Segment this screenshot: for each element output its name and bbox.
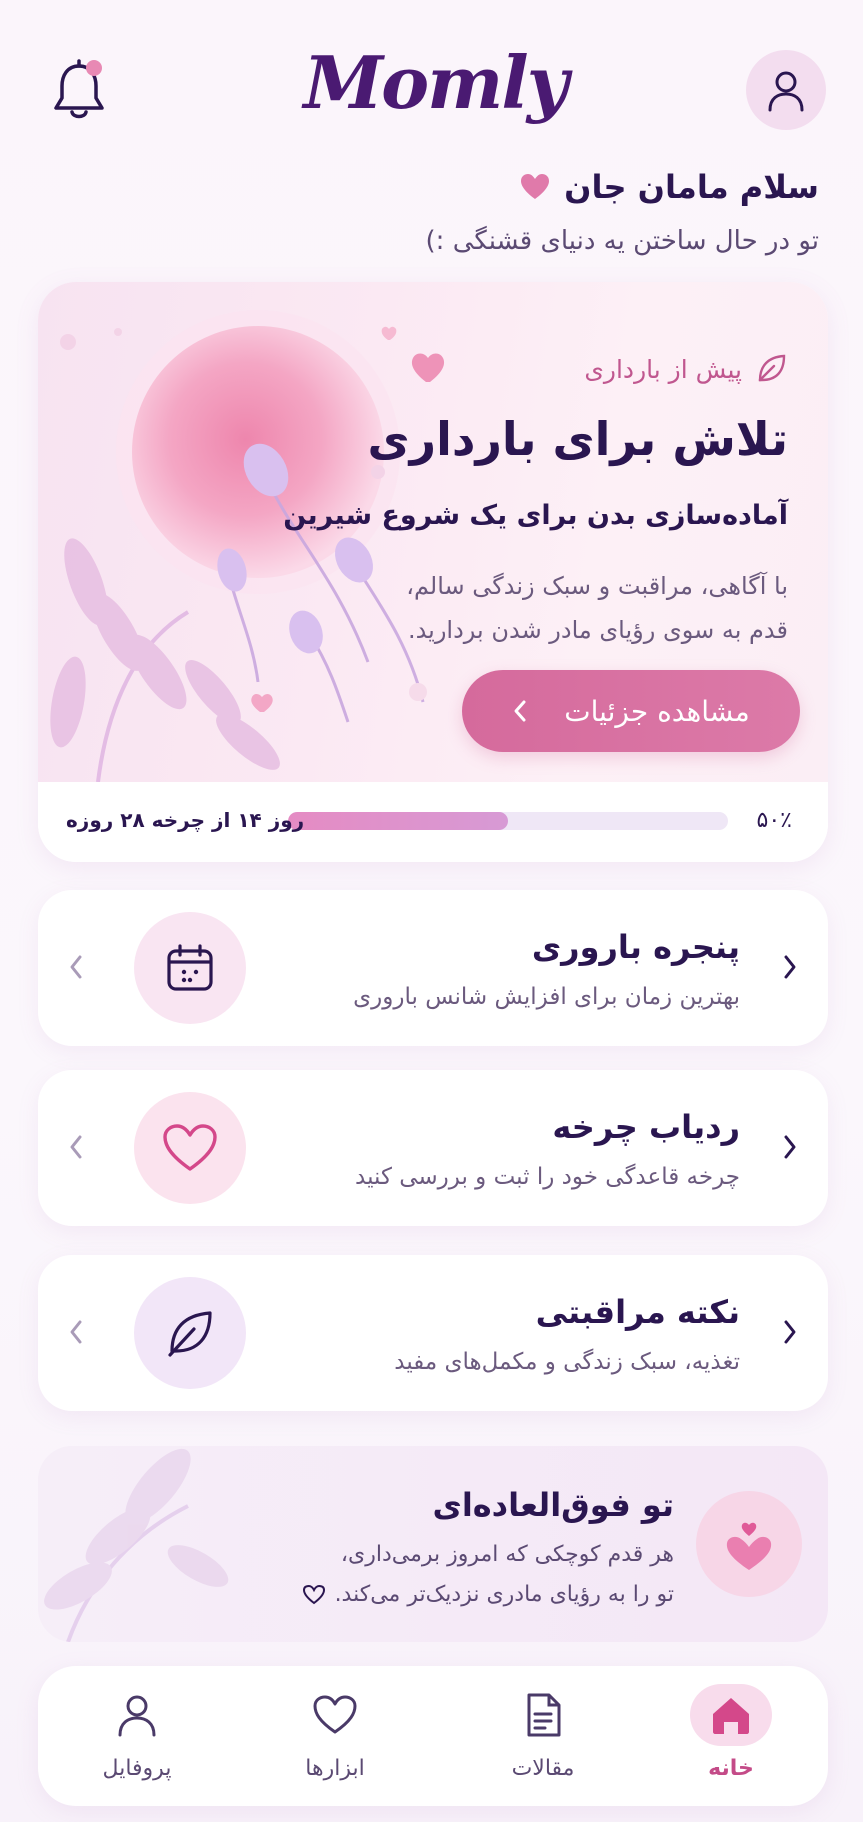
heart-icon — [521, 174, 550, 199]
decorative-leaves — [44, 1448, 229, 1642]
notification-bell[interactable] — [52, 58, 106, 124]
feature-title: نکته مراقبتی — [535, 1293, 740, 1331]
greeting-subtitle: تو در حال ساختن یه دنیای قشنگی :) — [425, 226, 819, 256]
nav-home-label: خانه — [708, 1756, 754, 1781]
feature-title: ردیاب چرخه — [552, 1108, 740, 1146]
nav-profile[interactable]: پروفایل — [62, 1684, 212, 1794]
nav-tools-label: ابزارها — [305, 1756, 365, 1781]
calendar-icon — [167, 944, 213, 991]
app-logo: Momly — [303, 40, 568, 125]
heart-outline-icon — [302, 1584, 325, 1604]
progress-bar — [288, 812, 728, 830]
hero-description: با آگاهی، مراقبت و سبک زندگی سالم، قدم ب… — [368, 564, 788, 652]
nav-profile-icon-wrap — [98, 1684, 176, 1746]
encouragement-title: تو فوق‌العاده‌ای — [432, 1486, 674, 1524]
nav-articles-label: مقالات — [511, 1756, 575, 1781]
hero-tag: پیش از بارداری — [584, 352, 788, 386]
hero-tag-label: پیش از بارداری — [584, 354, 742, 384]
feature-icon-badge — [134, 1092, 246, 1204]
user-icon — [768, 71, 804, 112]
encouragement-badge — [696, 1491, 802, 1597]
hero-description-line1: با آگاهی، مراقبت و سبک زندگی سالم، — [406, 572, 788, 600]
nav-home[interactable]: خانه — [656, 1684, 806, 1794]
feature-title: پنجره باروری — [531, 928, 740, 966]
encouragement-line1: هر قدم کوچکی که امروز برمی‌داری، — [340, 1542, 674, 1567]
hero-title: تلاش برای بارداری — [367, 412, 788, 466]
feature-description: بهترین زمان برای افزایش شانس باروری — [353, 984, 740, 1010]
feature-icon-badge — [134, 1277, 246, 1389]
heart-icon — [163, 1124, 217, 1171]
encouragement-card: تو فوق‌العاده‌ای هر قدم کوچکی که امروز ب… — [38, 1446, 828, 1642]
leaf-icon — [758, 354, 786, 382]
profile-button[interactable] — [746, 50, 826, 130]
notification-dot — [86, 60, 102, 76]
nav-home-icon-wrap — [690, 1684, 772, 1746]
hero-subtitle: آماده‌سازی بدن برای یک شروع شیرین — [283, 500, 788, 531]
greeting-text: سلام مامان جان — [564, 168, 819, 206]
bottom-navigation: خانه مقالات ابزارها پروفایل — [38, 1666, 828, 1806]
hero-illustration: پیش از بارداری تلاش برای بارداری آماده‌س… — [38, 282, 828, 783]
view-details-label: مشاهده جزئیات — [564, 694, 750, 728]
encouragement-line2-text: تو را به رؤیای مادری نزدیک‌تر می‌کند. — [334, 1582, 674, 1607]
chevron-left-icon — [514, 700, 526, 722]
hero-description-line2: قدم به سوی رؤیای مادر شدن بردارید. — [407, 616, 788, 644]
feature-cycle-tracker[interactable]: ردیاب چرخه چرخه قاعدگی خود را ثبت و بررس… — [38, 1070, 828, 1226]
nav-profile-label: پروفایل — [102, 1756, 172, 1781]
feature-care-tip[interactable]: نکته مراقبتی تغذیه، سبک زندگی و مکمل‌های… — [38, 1255, 828, 1411]
document-icon — [527, 1693, 561, 1737]
chevron-right-icon — [784, 1320, 796, 1344]
nav-tools-icon-wrap — [296, 1684, 374, 1746]
home-icon — [713, 1698, 749, 1734]
progress-bar-fill — [288, 812, 508, 830]
chevron-right-icon — [784, 955, 796, 979]
hearts-icon — [726, 1522, 772, 1570]
feature-fertility-window[interactable]: پنجره باروری بهترین زمان برای افزایش شان… — [38, 890, 828, 1046]
heart-icon — [313, 1695, 357, 1734]
feature-description: چرخه قاعدگی خود را ثبت و بررسی کنید — [355, 1164, 740, 1190]
view-details-button[interactable]: مشاهده جزئیات — [462, 670, 800, 752]
user-icon — [118, 1695, 156, 1737]
leaf-icon — [168, 1311, 212, 1357]
progress-percent: ۵۰٪ — [756, 808, 792, 833]
chevron-left-icon — [70, 1320, 82, 1344]
cycle-progress: ۵۰٪ روز ۱۴ از چرخه ۲۸ روزه — [38, 782, 828, 862]
chevron-left-icon — [70, 955, 82, 979]
pregnancy-hero-card[interactable]: پیش از بارداری تلاش برای بارداری آماده‌س… — [38, 282, 828, 862]
feature-icon-badge — [134, 912, 246, 1024]
nav-articles[interactable]: مقالات — [468, 1684, 618, 1794]
feature-description: تغذیه، سبک زندگی و مکمل‌های مفید — [394, 1349, 740, 1375]
cycle-day-text: روز ۱۴ از چرخه ۲۸ روزه — [66, 808, 305, 832]
nav-articles-icon-wrap — [504, 1684, 582, 1746]
encouragement-line2: تو را به رؤیای مادری نزدیک‌تر می‌کند. — [302, 1582, 674, 1607]
nav-tools[interactable]: ابزارها — [260, 1684, 410, 1794]
chevron-right-icon — [784, 1135, 796, 1159]
greeting-title: سلام مامان جان — [520, 168, 819, 206]
chevron-left-icon — [70, 1135, 82, 1159]
